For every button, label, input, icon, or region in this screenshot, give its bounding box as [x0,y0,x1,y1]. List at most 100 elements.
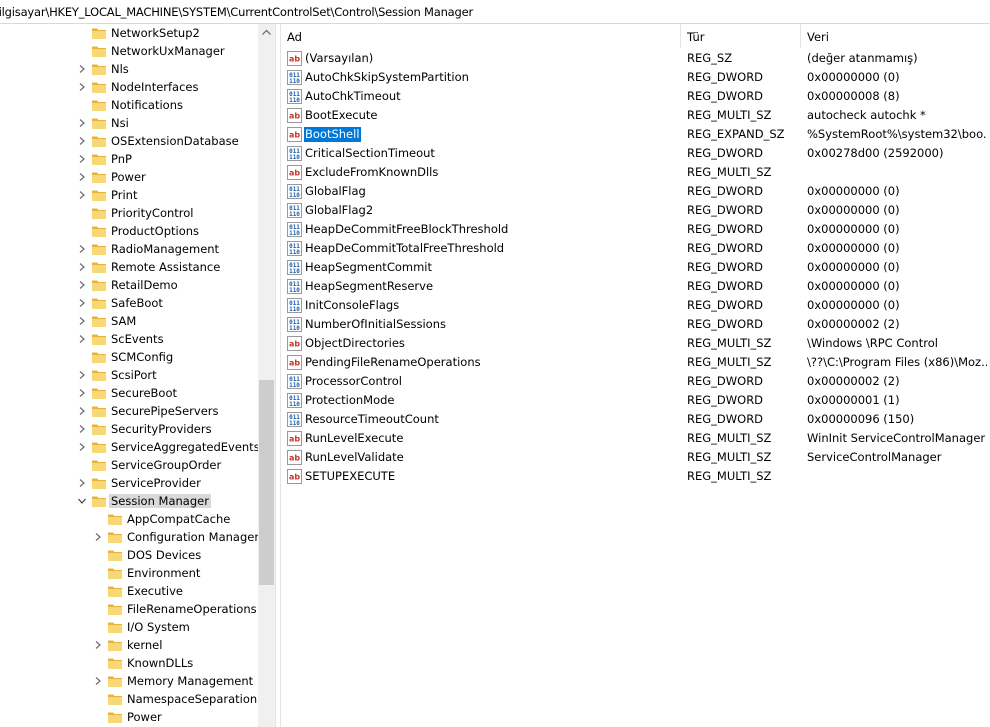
tree-item[interactable]: ProductOptions [0,222,258,240]
tree-item[interactable]: SAM [0,312,258,330]
value-row[interactable]: ab ObjectDirectories REG_MULTI_SZ \Windows … [281,334,990,353]
address-bar[interactable]: Bilgisayar\HKEY_LOCAL_MACHINE\SYSTEM\Cur… [0,0,990,24]
tree-item[interactable]: Environment [0,564,258,582]
folder-icon [107,511,123,527]
values-list[interactable]: Ad Tür Veri ab (Varsayılan) REG_SZ (değer a… [281,24,990,727]
value-row[interactable]: 011 110 HeapDeCommitTotalFreeThreshold REG_… [281,239,990,258]
tree-item[interactable]: Notifications [0,96,258,114]
tree-item[interactable]: NetworkUxManager [0,42,258,60]
scrollbar-thumb[interactable] [259,380,274,585]
tree-item[interactable]: Session Manager [0,492,258,510]
tree-item[interactable]: Print [0,186,258,204]
value-row[interactable]: 011 110 AutoChkSkipSystemPartition REG_DWOR… [281,68,990,87]
tree-item[interactable]: KnownDLLs [0,654,258,672]
value-row[interactable]: 011 110 HeapDeCommitFreeBlockThreshold REG_… [281,220,990,239]
tree-item[interactable]: ServiceGroupOrder [0,456,258,474]
tree-item[interactable]: ScEvents [0,330,258,348]
value-row[interactable]: 011 110 GlobalFlag2 REG_DWORD 0x00000000 (0) [281,201,990,220]
value-row[interactable]: 011 110 CriticalSectionTimeout REG_DWORD 0x0… [281,144,990,163]
chevron-right-icon[interactable] [77,478,87,488]
tree-item[interactable]: NodeInterfaces [0,78,258,96]
tree-item[interactable]: kernel [0,636,258,654]
tree-item[interactable]: PriorityControl [0,204,258,222]
chevron-right-icon[interactable] [77,118,87,128]
column-type-header[interactable]: Tür [681,24,801,48]
value-row[interactable]: 011 110 AutoChkTimeout REG_DWORD 0x00000008 … [281,87,990,106]
chevron-right-icon[interactable] [77,82,87,92]
value-row[interactable]: ab BootShell REG_EXPAND_SZ %SystemRoot%\sys… [281,125,990,144]
value-type: REG_MULTI_SZ [687,431,772,445]
chevron-right-icon[interactable] [77,262,87,272]
chevron-right-icon[interactable] [77,388,87,398]
tree-item[interactable]: ServiceProvider [0,474,258,492]
scroll-up-arrow-icon[interactable] [258,24,275,41]
value-row[interactable]: 011 110 HeapSegmentReserve REG_DWORD 0x00000… [281,277,990,296]
tree-item[interactable]: ServiceAggregatedEvents [0,438,258,456]
chevron-right-icon[interactable] [77,298,87,308]
chevron-right-icon[interactable] [77,64,87,74]
tree-item[interactable]: PnP [0,150,258,168]
tree-item[interactable]: Power [0,168,258,186]
tree-item[interactable]: I/O System [0,618,258,636]
value-row[interactable]: 011 110 HeapSegmentCommit REG_DWORD 0x000000… [281,258,990,277]
value-row[interactable]: ab RunLevelExecute REG_MULTI_SZ WinInit Ser… [281,429,990,448]
value-row[interactable]: ab BootExecute REG_MULTI_SZ autocheck autoc… [281,106,990,125]
tree-item[interactable]: SecureBoot [0,384,258,402]
chevron-right-icon[interactable] [77,334,87,344]
value-type: REG_DWORD [687,374,764,388]
tree-item[interactable]: Nls [0,60,258,78]
chevron-right-icon[interactable] [77,172,87,182]
chevron-right-icon[interactable] [77,190,87,200]
value-row[interactable]: ab SETUPEXECUTE REG_MULTI_SZ [281,467,990,486]
tree-item-label: NamespaceSeparation [127,692,258,706]
tree-item[interactable]: NamespaceSeparation [0,690,258,708]
value-row[interactable]: ab PendingFileRenameOperations REG_MULTI_S… [281,353,990,372]
value-row[interactable]: 011 110 InitConsoleFlags REG_DWORD 0x0000000… [281,296,990,315]
tree-item[interactable]: Power [0,708,258,726]
tree-item[interactable]: Memory Management [0,672,258,690]
chevron-right-icon[interactable] [77,406,87,416]
tree-item[interactable]: OSExtensionDatabase [0,132,258,150]
chevron-right-icon[interactable] [77,136,87,146]
key-tree[interactable]: NetworkSetup2 NetworkUxManager Nls NodeInte… [0,24,258,727]
chevron-right-icon[interactable] [93,640,103,650]
tree-item[interactable]: SafeBoot [0,294,258,312]
tree-item[interactable]: SCMConfig [0,348,258,366]
tree-scrollbar[interactable] [258,24,275,727]
tree-item[interactable]: Executive [0,582,258,600]
chevron-right-icon[interactable] [77,244,87,254]
value-row[interactable]: 011 110 ResourceTimeoutCount REG_DWORD 0x000… [281,410,990,429]
tree-item[interactable]: RadioManagement [0,240,258,258]
column-name-header[interactable]: Ad [281,24,681,48]
chevron-right-icon[interactable] [93,532,103,542]
tree-item[interactable]: FileRenameOperations [0,600,258,618]
chevron-right-icon[interactable] [77,442,87,452]
tree-item[interactable]: DOS Devices [0,546,258,564]
tree-item[interactable]: Remote Assistance [0,258,258,276]
value-name: HeapDeCommitFreeBlockThreshold [305,222,509,236]
address-path[interactable]: Bilgisayar\HKEY_LOCAL_MACHINE\SYSTEM\Cur… [0,5,473,19]
value-row[interactable]: ab RunLevelValidate REG_MULTI_SZ ServiceCon… [281,448,990,467]
column-data-header[interactable]: Veri [801,24,990,48]
value-row[interactable]: 011 110 GlobalFlag REG_DWORD 0x00000000 (0) [281,182,990,201]
value-row[interactable]: ab ExcludeFromKnownDlls REG_MULTI_SZ [281,163,990,182]
tree-item[interactable]: Configuration Manager [0,528,258,546]
tree-item[interactable]: NetworkSetup2 [0,24,258,42]
chevron-right-icon[interactable] [77,154,87,164]
chevron-right-icon[interactable] [77,424,87,434]
value-row[interactable]: 011 110 ProtectionMode REG_DWORD 0x00000001 … [281,391,990,410]
value-row[interactable]: ab (Varsayılan) REG_SZ (değer atanmamış) [281,49,990,68]
tree-item[interactable]: SecurePipeServers [0,402,258,420]
value-row[interactable]: 011 110 ProcessorControl REG_DWORD 0x0000000… [281,372,990,391]
chevron-right-icon[interactable] [77,280,87,290]
tree-item[interactable]: AppCompatCache [0,510,258,528]
chevron-right-icon[interactable] [77,370,87,380]
chevron-right-icon[interactable] [93,676,103,686]
chevron-right-icon[interactable] [77,316,87,326]
value-row[interactable]: 011 110 NumberOfInitialSessions REG_DWORD 0x… [281,315,990,334]
tree-item[interactable]: ScsiPort [0,366,258,384]
tree-item[interactable]: SecurityProviders [0,420,258,438]
tree-item[interactable]: RetailDemo [0,276,258,294]
tree-item[interactable]: Nsi [0,114,258,132]
chevron-down-icon[interactable] [77,496,87,506]
